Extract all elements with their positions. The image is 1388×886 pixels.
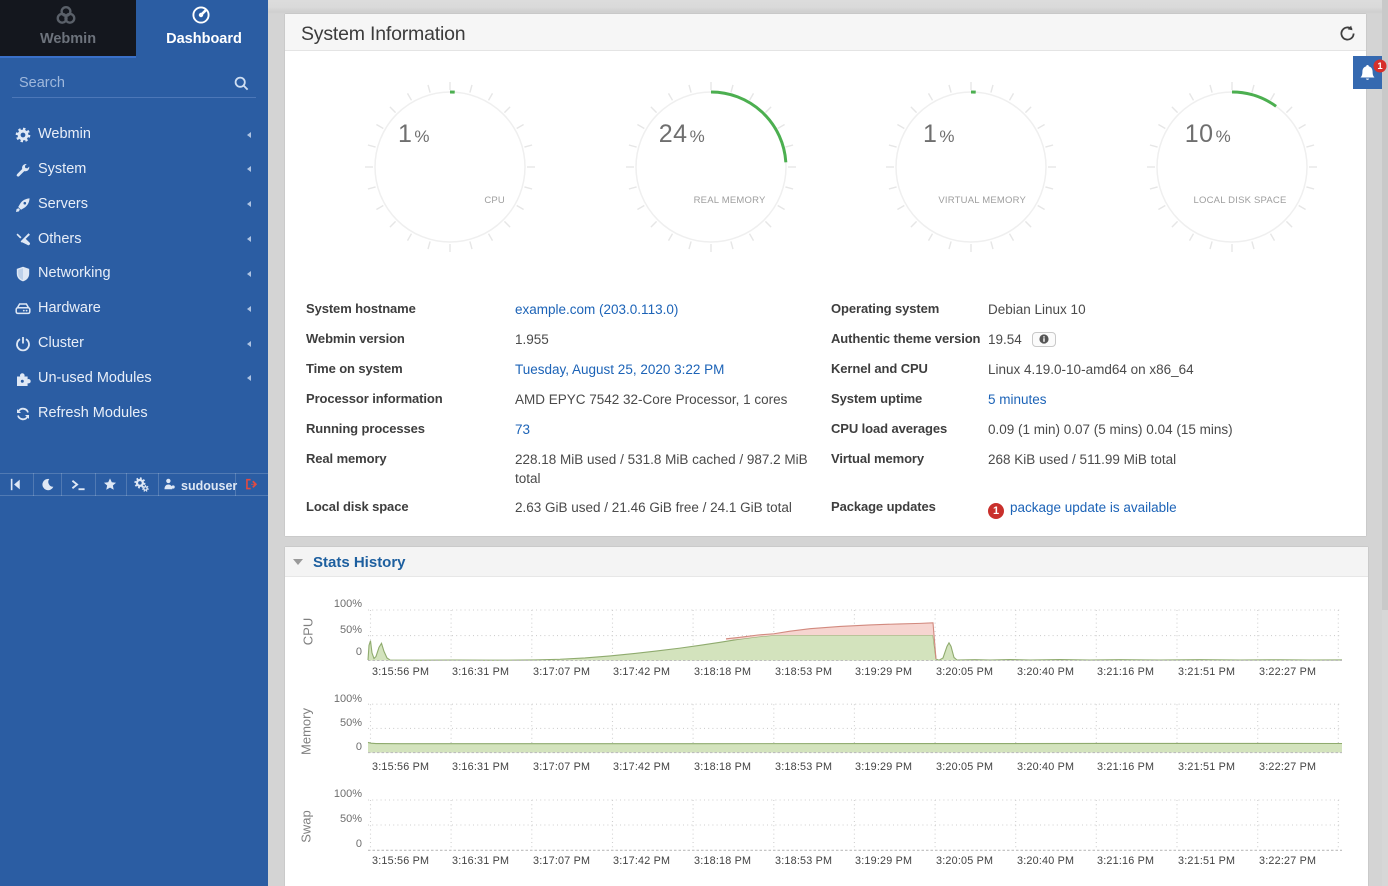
svg-text:1: 1 bbox=[1377, 61, 1383, 72]
